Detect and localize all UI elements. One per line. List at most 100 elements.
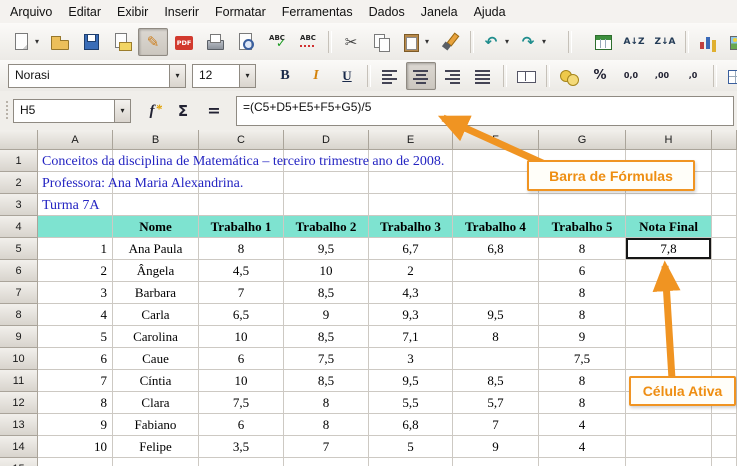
align-justify-button[interactable] [468,62,498,90]
row-header-4[interactable]: 4 [0,216,38,238]
dropdown-arrow-icon[interactable] [239,64,255,87]
cell-I1[interactable] [712,150,737,172]
cell-I15[interactable] [712,458,737,466]
cell-C6[interactable]: 4,5 [199,260,284,282]
cell-E13[interactable]: 6,8 [369,414,453,436]
menu-exibir[interactable]: Exibir [109,2,156,22]
cell-C8[interactable]: 6,5 [199,304,284,326]
cell-E12[interactable]: 5,5 [369,392,453,414]
cell-D12[interactable]: 8 [284,392,369,414]
cell-B7[interactable]: Barbara [113,282,199,304]
cell-G12[interactable]: 8 [539,392,626,414]
cell-B13[interactable]: Fabiano [113,414,199,436]
cell-A12[interactable]: 8 [38,392,113,414]
dropdown-arrow-icon[interactable] [539,29,549,55]
formula-input[interactable]: =(C5+D5+E5+F5+G5)/5 [236,95,734,126]
cell-B8[interactable]: Carla [113,304,199,326]
cell-D5[interactable]: 9,5 [284,238,369,260]
sort-ascending-button[interactable]: A↓Z [619,28,649,56]
column-header-A[interactable]: A [38,130,113,150]
edit-file-button[interactable]: ✎ [138,27,168,56]
cell-E15[interactable] [369,458,453,466]
cell-H10[interactable] [626,348,712,370]
sum-button[interactable]: Σ [168,97,198,125]
cell-H14[interactable] [626,436,712,458]
menu-editar[interactable]: Editar [60,2,109,22]
cell-H9[interactable] [626,326,712,348]
cell-B10[interactable]: Caue [113,348,199,370]
navigator-table-button[interactable] [588,28,618,56]
font-name-select[interactable]: Norasi [8,63,186,88]
copy-button[interactable] [367,28,397,56]
function-wizard-button[interactable]: f [137,97,167,125]
cell-G11[interactable]: 8 [539,370,626,392]
cell-A6[interactable]: 2 [38,260,113,282]
cell-E8[interactable]: 9,3 [369,304,453,326]
cell-G13[interactable]: 4 [539,414,626,436]
cell-I13[interactable] [712,414,737,436]
row-header-2[interactable]: 2 [0,172,38,194]
font-size-select[interactable]: 12 [192,63,256,88]
cell-I8[interactable] [712,304,737,326]
sort-descending-button[interactable]: Z↓A [650,28,680,56]
auto-spellcheck-button[interactable]: ABC [293,28,323,56]
cell-D2[interactable] [284,172,369,194]
cell-E11[interactable]: 9,5 [369,370,453,392]
cell-E5[interactable]: 6,7 [369,238,453,260]
cell-A7[interactable]: 3 [38,282,113,304]
redo-button[interactable]: ↷ [515,28,551,56]
new-document-button[interactable] [8,28,44,56]
cell-F15[interactable] [453,458,539,466]
column-header-B[interactable]: B [113,130,199,150]
column-header-E[interactable]: E [369,130,453,150]
cell-C14[interactable]: 3,5 [199,436,284,458]
cell-I9[interactable] [712,326,737,348]
cell-E4[interactable]: Trabalho 3 [369,216,453,238]
print-button[interactable] [200,28,230,56]
column-header-G[interactable]: G [539,130,626,150]
cell-G8[interactable]: 8 [539,304,626,326]
menu-formatar[interactable]: Formatar [207,2,274,22]
cell-A11[interactable]: 7 [38,370,113,392]
row-header-12[interactable]: 12 [0,392,38,414]
column-header-C[interactable]: C [199,130,284,150]
cell-I2[interactable] [712,172,737,194]
cell-E10[interactable]: 3 [369,348,453,370]
align-left-button[interactable] [375,62,405,90]
row-header-14[interactable]: 14 [0,436,38,458]
dropdown-arrow-icon[interactable] [169,64,185,87]
cell-G7[interactable]: 8 [539,282,626,304]
export-pdf-button[interactable]: PDF [169,28,199,56]
cell-E6[interactable]: 2 [369,260,453,282]
cell-F13[interactable]: 7 [453,414,539,436]
cell-B4[interactable]: Nome [113,216,199,238]
menu-janela[interactable]: Janela [413,2,466,22]
cell-I10[interactable] [712,348,737,370]
cell-H5[interactable]: 7,8 [626,238,712,260]
cell-A14[interactable]: 10 [38,436,113,458]
cell-B5[interactable]: Ana Paula [113,238,199,260]
cell-D11[interactable]: 8,5 [284,370,369,392]
cell-D9[interactable]: 8,5 [284,326,369,348]
menu-ajuda[interactable]: Ajuda [466,2,514,22]
cell-F10[interactable] [453,348,539,370]
row-header-9[interactable]: 9 [0,326,38,348]
cell-D6[interactable]: 10 [284,260,369,282]
cell-A10[interactable]: 6 [38,348,113,370]
cell-F6[interactable] [453,260,539,282]
cell-C13[interactable]: 6 [199,414,284,436]
cell-I6[interactable] [712,260,737,282]
spellcheck-button[interactable]: ABC [262,28,292,56]
merge-cells-button[interactable] [511,62,541,90]
row-header-6[interactable]: 6 [0,260,38,282]
cell-E7[interactable]: 4,3 [369,282,453,304]
column-header-F[interactable]: F [453,130,539,150]
cell-I7[interactable] [712,282,737,304]
name-box[interactable]: H5 [13,98,131,123]
cell-H3[interactable] [626,194,712,216]
cell-C10[interactable]: 6 [199,348,284,370]
bold-button[interactable]: B [270,62,300,90]
cell-C5[interactable]: 8 [199,238,284,260]
row-header-1[interactable]: 1 [0,150,38,172]
dropdown-arrow-icon[interactable] [114,99,130,122]
